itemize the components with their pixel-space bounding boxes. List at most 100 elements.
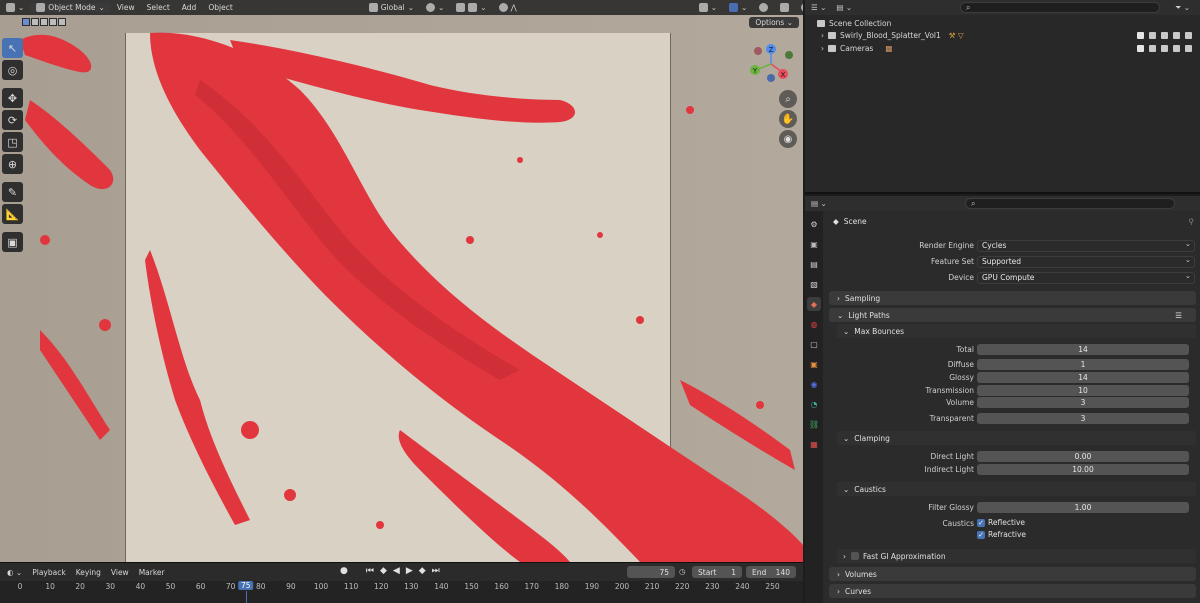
cursor-tool[interactable]: ◎ xyxy=(2,60,23,80)
reflective-checkbox[interactable]: ✓ Reflective xyxy=(977,518,1025,527)
select-subtract-icon[interactable] xyxy=(40,18,48,26)
modifier-tab-icon[interactable]: ◉ xyxy=(807,377,821,391)
play-icon[interactable]: ▶ xyxy=(406,566,413,576)
gizmo-neg-y[interactable] xyxy=(785,51,793,59)
current-frame-field[interactable]: 75 xyxy=(627,566,675,578)
fast-gi-checkbox[interactable] xyxy=(851,552,859,560)
holdout-icon[interactable] xyxy=(1185,44,1192,52)
camera-view-button[interactable]: ◉ xyxy=(779,130,797,148)
expand-arrow-icon[interactable]: › xyxy=(821,31,824,40)
device-dropdown[interactable]: GPU Compute xyxy=(977,271,1195,284)
overlay-toggle[interactable] xyxy=(753,3,774,12)
menu-object[interactable]: Object xyxy=(202,3,238,12)
gizmo-toggle[interactable]: ⌄ xyxy=(723,3,753,12)
filter-icon[interactable]: ⏷ ⌄ xyxy=(1175,3,1190,13)
expand-arrow-icon[interactable]: › xyxy=(821,44,824,53)
select-invert-icon[interactable] xyxy=(49,18,57,26)
start-frame-field[interactable]: Start 1 xyxy=(692,566,742,578)
orientation-dropdown[interactable]: Global ⌄ xyxy=(363,3,420,12)
total-field[interactable]: 14 xyxy=(977,344,1189,355)
filter-glossy-field[interactable]: 1.00 xyxy=(977,502,1189,513)
world-tab-icon[interactable]: ◍ xyxy=(807,317,821,331)
select-arrow-icon[interactable] xyxy=(1149,44,1156,52)
annotate-tool[interactable]: ✎ xyxy=(2,182,23,202)
end-frame-field[interactable]: End 140 xyxy=(746,566,796,578)
current-frame-indicator[interactable]: 75 xyxy=(237,581,254,590)
exclude-checkbox[interactable] xyxy=(1137,44,1144,52)
material-tab-icon[interactable]: ▦ xyxy=(807,437,821,451)
measure-tool[interactable]: 📐 xyxy=(2,204,23,224)
collection-tab-icon[interactable]: ▢ xyxy=(807,337,821,351)
light-paths-panel-header[interactable]: ⌄ Light Paths ☰ xyxy=(829,308,1196,322)
object-tab-icon[interactable]: ▣ xyxy=(807,357,821,371)
render-camera-icon[interactable] xyxy=(1173,32,1180,40)
timeline-editor-type[interactable]: ◐ ⌄ xyxy=(2,568,27,577)
zoom-button[interactable]: ⌕ xyxy=(779,90,797,108)
select-mode-buttons[interactable] xyxy=(22,18,66,26)
sampling-panel-header[interactable]: › Sampling xyxy=(829,291,1196,305)
diffuse-field[interactable]: 1 xyxy=(977,359,1189,370)
move-tool[interactable]: ✥ xyxy=(2,88,23,108)
play-reverse-icon[interactable]: ◀ xyxy=(393,566,400,576)
transform-tool[interactable]: ⊕ xyxy=(2,154,23,174)
properties-search-input[interactable]: ⌕ xyxy=(965,198,1175,209)
render-engine-dropdown[interactable]: Cycles xyxy=(977,239,1195,252)
jump-start-icon[interactable]: ⏮ xyxy=(366,566,374,576)
gizmo-neg-z[interactable] xyxy=(767,74,775,82)
volumes-panel-header[interactable]: › Volumes xyxy=(829,567,1196,581)
volume-field[interactable]: 3 xyxy=(977,397,1189,408)
clamping-subpanel[interactable]: ⌄ Clamping xyxy=(837,431,1196,445)
indirect-light-field[interactable]: 10.00 xyxy=(977,464,1189,475)
exclude-checkbox[interactable] xyxy=(1137,32,1144,40)
options-button[interactable]: Options ⌄ xyxy=(749,17,799,28)
xray-toggle[interactable] xyxy=(774,3,795,12)
marker-menu[interactable]: Marker xyxy=(134,568,170,577)
outliner-item[interactable]: › Cameras ▩ xyxy=(805,42,1200,55)
pan-button[interactable]: ✋ xyxy=(779,110,797,128)
menu-add[interactable]: Add xyxy=(176,3,203,12)
view-menu[interactable]: View xyxy=(106,568,134,577)
3d-viewport[interactable]: ⌄ Object Mode ⌄ View Select Add Object G… xyxy=(0,0,803,562)
select-intersect-icon[interactable] xyxy=(58,18,66,26)
select-extend-icon[interactable] xyxy=(31,18,39,26)
physics-tab-icon[interactable]: ◔ xyxy=(807,397,821,411)
frame-ruler[interactable]: 0 10 20 30 40 50 60 70 80 90 100 110 120 130 140 150 160… xyxy=(0,581,803,603)
keying-menu[interactable]: Keying xyxy=(71,568,106,577)
select-new-icon[interactable] xyxy=(22,18,30,26)
gizmo-neg-x[interactable] xyxy=(754,47,762,55)
fast-gi-subpanel[interactable]: › Fast GI Approximation xyxy=(837,549,1196,563)
mode-dropdown[interactable]: Object Mode ⌄ xyxy=(30,3,111,12)
render-tab-icon[interactable]: ▣ xyxy=(807,237,821,251)
render-camera-icon[interactable] xyxy=(1173,44,1180,52)
curves-panel-header[interactable]: › Curves xyxy=(829,584,1196,598)
rotate-tool[interactable]: ⟳ xyxy=(2,110,23,130)
pin-icon[interactable]: ⚲ xyxy=(1189,217,1195,226)
snap-toggle[interactable]: ⌄ xyxy=(450,3,492,12)
visibility-dropdown[interactable]: ⌄ xyxy=(693,3,723,12)
holdout-icon[interactable] xyxy=(1185,32,1192,40)
next-keyframe-icon[interactable]: ◆ xyxy=(419,566,426,576)
proportional-edit-toggle[interactable]: ⋀ xyxy=(493,3,523,12)
max-bounces-subpanel[interactable]: ⌄ Max Bounces xyxy=(837,324,1196,338)
scale-tool[interactable]: ◳ xyxy=(2,132,23,152)
direct-light-field[interactable]: 0.00 xyxy=(977,451,1189,462)
add-cube-tool[interactable]: ▣ xyxy=(2,232,23,252)
outliner-search-input[interactable]: ⌕ xyxy=(960,2,1160,13)
constraints-tab-icon[interactable]: ⛓ xyxy=(807,417,821,431)
view-layer-tab-icon[interactable]: ▧ xyxy=(807,277,821,291)
select-box-tool[interactable]: ↖ xyxy=(2,38,23,58)
properties-editor-type[interactable]: ▤ ⌄ xyxy=(805,199,827,208)
caustics-subpanel[interactable]: ⌄ Caustics xyxy=(837,482,1196,496)
pivot-dropdown[interactable]: ⌄ xyxy=(420,3,450,12)
playback-menu[interactable]: Playback xyxy=(27,568,70,577)
wireframe-shading-icon[interactable] xyxy=(801,3,803,12)
shading-modes[interactable]: ⌄ xyxy=(795,3,803,12)
output-tab-icon[interactable]: ▤ xyxy=(807,257,821,271)
prev-keyframe-icon[interactable]: ◆ xyxy=(380,566,387,576)
refractive-checkbox[interactable]: ✓ Refractive xyxy=(977,530,1026,539)
eye-icon[interactable] xyxy=(1161,32,1168,40)
tool-tab-icon[interactable]: ⚙ xyxy=(807,217,821,231)
menu-view[interactable]: View xyxy=(111,3,141,12)
transparent-field[interactable]: 3 xyxy=(977,413,1189,424)
jump-end-icon[interactable]: ⏭ xyxy=(432,566,440,576)
